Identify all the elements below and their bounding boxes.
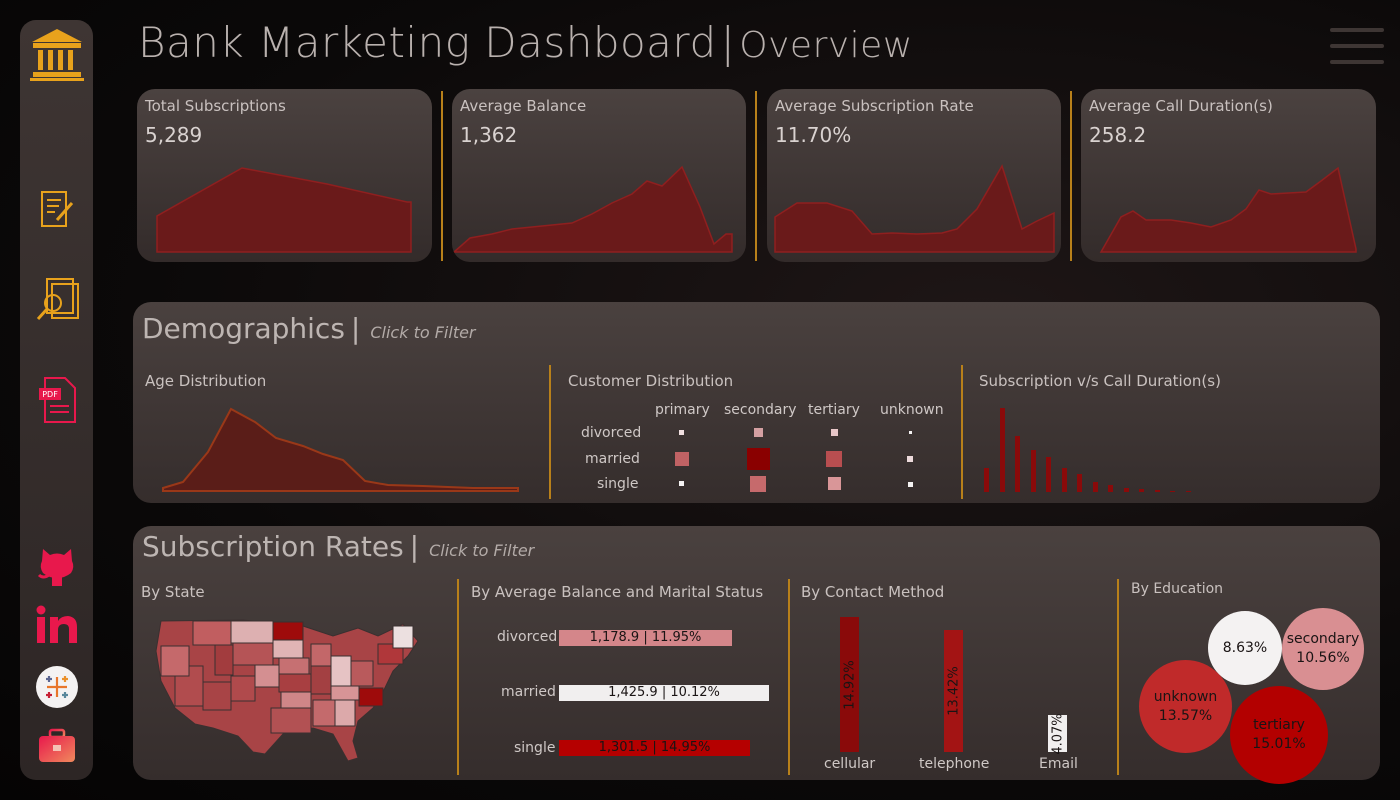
education-bubble-value: 10.56% (1296, 650, 1350, 666)
education-bubble-tertiary[interactable]: tertiary 15.01% (1230, 686, 1328, 784)
kpi-card-average-balance[interactable]: Average Balance 1,362 (452, 89, 746, 262)
search-report-icon[interactable] (35, 277, 79, 323)
contact-bar-label: 14.92% (842, 659, 857, 710)
education-bubble-value: 13.57% (1158, 707, 1213, 724)
kpi-value: 11.70% (775, 123, 852, 147)
divider (755, 91, 757, 261)
by-balance-label: By Average Balance and Marital Status (471, 583, 764, 601)
divider (457, 579, 459, 775)
education-bubble-primary[interactable]: 8.63% (1208, 611, 1282, 685)
contact-category-cellular: cellular (824, 756, 876, 772)
subscription-title: Subscription Rates | Click to Filter (142, 530, 535, 563)
subscription-rates-panel: Subscription Rates | Click to Filter By St… (133, 526, 1380, 784)
section-title: Subscription Rates (142, 530, 404, 563)
contact-category-telephone: telephone (919, 756, 990, 772)
title-separator: | (720, 18, 736, 67)
divider (1117, 579, 1119, 775)
balance-row-label-married: married (501, 684, 556, 700)
github-icon[interactable] (37, 545, 77, 587)
education-bubble-secondary[interactable]: secondary 10.56% (1282, 608, 1364, 690)
contact-bar-email[interactable]: 4.07% (1048, 712, 1067, 755)
page-title: Bank Marketing Dashboard| Overview (138, 18, 913, 67)
education-bubble-label: secondary (1286, 631, 1360, 647)
kpi-value: 1,362 (460, 123, 518, 147)
by-education-label: By Education (1131, 581, 1224, 597)
notes-icon[interactable] (39, 190, 75, 230)
call-duration-chart[interactable] (133, 302, 1233, 503)
balance-bar-married[interactable]: 1,425.9 | 10.12% (559, 685, 769, 701)
education-bubble-value: 15.01% (1252, 736, 1306, 752)
demographics-panel: Demographics | Click to Filter Age Distrib… (133, 302, 1380, 503)
balance-bar-single[interactable]: 1,301.5 | 14.95% (559, 740, 750, 756)
balance-bar-divorced[interactable]: 1,178.9 | 11.95% (559, 630, 732, 646)
title-sub: Overview (739, 25, 913, 66)
contact-bar-label: 4.07% (1050, 712, 1065, 755)
filter-hint: Click to Filter (429, 541, 535, 560)
kpi-value: 258.2 (1089, 123, 1147, 147)
education-bubble-value: 8.63% (1222, 639, 1268, 656)
kpi-value: 5,289 (145, 123, 203, 147)
divider (788, 579, 790, 775)
balance-row-label-divorced: divorced (497, 629, 558, 645)
us-state-map[interactable] (153, 616, 428, 766)
contact-bar-cellular[interactable]: 14.92% (840, 617, 859, 752)
by-contact-label: By Contact Method (801, 583, 945, 601)
education-bubble-label: unknown (1153, 688, 1218, 705)
sidebar: PDF (20, 20, 93, 780)
portfolio-icon[interactable] (37, 728, 77, 764)
title-main: Bank Marketing Dashboard (138, 18, 717, 67)
kpi-label: Average Balance (460, 97, 587, 115)
contact-bar-telephone[interactable]: 13.42% (944, 630, 963, 752)
tableau-icon[interactable] (35, 665, 79, 709)
divider (1070, 91, 1072, 261)
education-bubble-label: tertiary (1253, 717, 1305, 733)
balance-row-label-single: single (514, 740, 556, 756)
svg-text:PDF: PDF (42, 390, 58, 399)
contact-bar-label: 13.42% (946, 666, 961, 716)
kpi-card-total-subscriptions[interactable]: Total Subscriptions 5,289 (137, 89, 432, 262)
menu-icon[interactable] (1330, 28, 1384, 66)
by-state-label: By State (141, 583, 205, 601)
kpi-card-average-call-duration[interactable]: Average Call Duration(s) 258.2 (1081, 89, 1376, 262)
kpi-label: Total Subscriptions (145, 97, 286, 115)
pdf-icon[interactable]: PDF (37, 376, 77, 424)
kpi-label: Average Subscription Rate (775, 97, 974, 115)
linkedin-icon[interactable] (35, 605, 79, 645)
divider (441, 91, 443, 261)
kpi-label: Average Call Duration(s) (1089, 97, 1273, 115)
bank-icon[interactable] (28, 26, 86, 82)
kpi-card-average-subscription-rate[interactable]: Average Subscription Rate 11.70% (767, 89, 1061, 262)
contact-category-email: Email (1039, 756, 1078, 772)
